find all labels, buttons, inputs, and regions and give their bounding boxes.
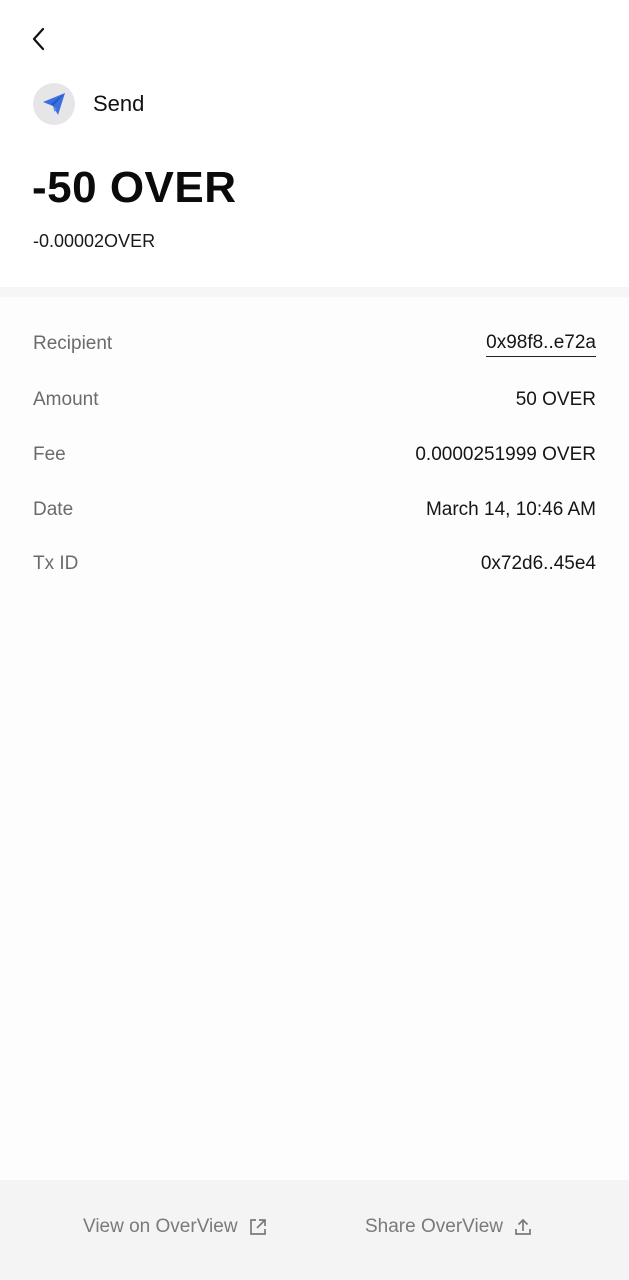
transaction-type-label: Send bbox=[93, 91, 145, 116]
section-divider bbox=[0, 287, 629, 297]
recipient-address-link[interactable]: 0x98f8..e72a bbox=[486, 332, 596, 357]
view-on-explorer-label: View on OverView bbox=[83, 1216, 238, 1237]
footer-actions: View on OverView Share OverView bbox=[0, 1180, 629, 1280]
view-on-explorer-button[interactable]: View on OverView bbox=[83, 1212, 268, 1242]
detail-row-date: Date March 14, 10:46 AM bbox=[33, 495, 596, 525]
transaction-detail-screen: Send -50 OVER -0.00002OVER Recipient 0x9… bbox=[0, 0, 629, 1280]
detail-label: Fee bbox=[33, 444, 66, 465]
tx-id-value[interactable]: 0x72d6..45e4 bbox=[481, 553, 596, 575]
transaction-amount: -50 OVER bbox=[32, 163, 237, 212]
back-button[interactable] bbox=[22, 22, 56, 56]
share-button[interactable]: Share OverView bbox=[365, 1212, 533, 1242]
detail-label: Tx ID bbox=[33, 553, 79, 574]
share-upload-icon bbox=[515, 1218, 531, 1235]
paper-plane-icon bbox=[43, 93, 65, 115]
transaction-type: Send bbox=[33, 83, 144, 125]
share-label: Share OverView bbox=[365, 1216, 503, 1237]
detail-label: Amount bbox=[33, 389, 99, 410]
detail-value: March 14, 10:46 AM bbox=[425, 499, 596, 520]
detail-row-recipient: Recipient 0x98f8..e72a bbox=[33, 329, 596, 359]
gas-amount: -0.00002OVER bbox=[33, 231, 156, 251]
transaction-header: Send -50 OVER -0.00002OVER bbox=[0, 0, 629, 287]
detail-value: 50 OVER bbox=[515, 389, 596, 410]
detail-row-txid: Tx ID 0x72d6..45e4 bbox=[33, 549, 596, 579]
external-link-icon bbox=[249, 1219, 266, 1235]
send-type-badge bbox=[33, 83, 75, 125]
chevron-left-icon bbox=[32, 27, 45, 51]
detail-row-amount: Amount 50 OVER bbox=[33, 385, 596, 415]
detail-label: Date bbox=[33, 499, 74, 520]
detail-label: Recipient bbox=[33, 333, 113, 354]
detail-row-fee: Fee 0.0000251999 OVER bbox=[33, 440, 596, 470]
detail-value: 0.0000251999 OVER bbox=[415, 444, 596, 465]
